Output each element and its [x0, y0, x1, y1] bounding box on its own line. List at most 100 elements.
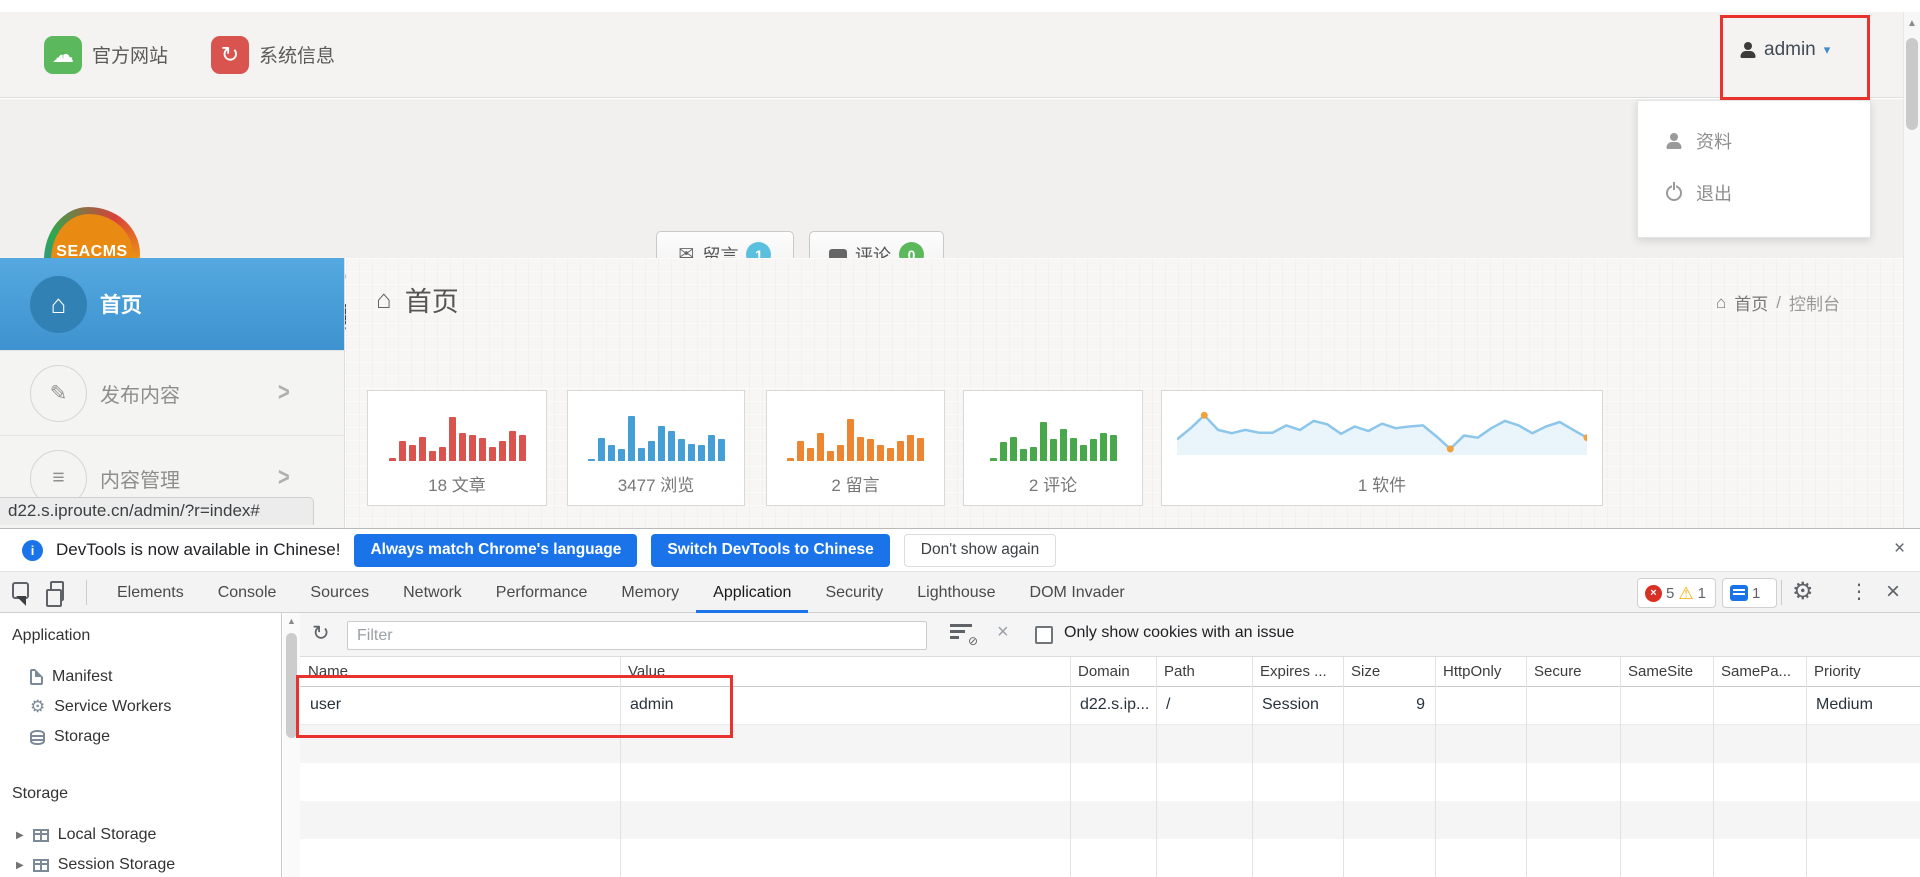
column-divider[interactable] [1156, 657, 1157, 877]
inspect-element-icon[interactable] [12, 582, 29, 599]
stat-card-articles[interactable]: 18 文章 [367, 390, 547, 506]
device-toolbar-icon[interactable] [50, 581, 64, 601]
error-icon: × [1645, 585, 1662, 602]
settings-gear-icon[interactable]: ⚙ [1792, 577, 1814, 606]
admin-dropdown-toggle[interactable]: admin ▾ [1740, 39, 1830, 61]
column-header-httponly[interactable]: HttpOnly [1435, 657, 1526, 686]
scrollbar-thumb[interactable] [286, 633, 297, 738]
admin-username: admin [1764, 39, 1816, 61]
tab-network[interactable]: Network [386, 572, 479, 613]
software-sparkline [1162, 403, 1602, 461]
column-header-name[interactable]: Name [300, 657, 620, 686]
gear-icon: ⚙ [30, 697, 45, 717]
tab-dom-invader[interactable]: DOM Invader [1013, 572, 1142, 613]
devtools-close-icon[interactable]: × [1886, 578, 1900, 606]
stat-card-messages[interactable]: 2 留言 [766, 390, 945, 506]
official-site-link[interactable]: ☁ 官方网站 [44, 12, 168, 97]
tab-memory[interactable]: Memory [604, 572, 696, 613]
tab-sources[interactable]: Sources [293, 572, 386, 613]
column-divider[interactable] [1252, 657, 1253, 877]
column-divider[interactable] [620, 657, 621, 877]
column-header-size[interactable]: Size [1343, 657, 1435, 686]
scrollbar-thumb[interactable] [1906, 38, 1918, 130]
column-header-path[interactable]: Path [1156, 657, 1252, 686]
cookie-cell-name: user [300, 687, 620, 724]
scroll-up-arrow[interactable]: ▲ [283, 616, 300, 626]
cookie-cell-httponly [1435, 687, 1526, 724]
system-info-label: 系统信息 [259, 41, 335, 68]
expand-arrow-icon[interactable]: ▶ [16, 830, 24, 841]
infobar-close-icon[interactable]: × [1894, 538, 1905, 560]
console-errors-badge[interactable]: × 5 ⚠ 1 [1637, 578, 1716, 608]
table-icon [33, 859, 49, 872]
tab-console[interactable]: Console [201, 572, 294, 613]
tab-performance[interactable]: Performance [479, 572, 605, 613]
menu-item-logout[interactable]: 退出 [1638, 167, 1870, 219]
empty-row [300, 839, 1920, 877]
dont-show-again-button[interactable]: Don't show again [904, 534, 1056, 567]
tree-item-service-workers[interactable]: ⚙ Service Workers [30, 693, 171, 721]
cms-main: ⌂ 首页 ⌂ 首页 / 控制台 18 文章 3477 浏览 2 留言 [346, 258, 1904, 528]
sidebar-item-home[interactable]: ⌂ 首页 [0, 258, 344, 350]
tree-item-local-storage[interactable]: ▶ Local Storage [16, 821, 156, 849]
sidebar-content-label: 内容管理 [100, 464, 180, 493]
column-header-value[interactable]: Value [620, 657, 1070, 686]
column-header-domain[interactable]: Domain [1070, 657, 1156, 686]
message-count: 1 [1752, 585, 1760, 602]
page-title-text: 首页 [405, 280, 459, 319]
column-header-samepa[interactable]: SamePa... [1713, 657, 1806, 686]
official-site-label: 官方网站 [92, 41, 168, 68]
sidebar-item-publish[interactable]: ✎ 发布内容 > [0, 350, 344, 435]
column-header-secure[interactable]: Secure [1526, 657, 1620, 686]
clear-icon[interactable]: × [997, 621, 1009, 644]
cookie-row[interactable]: useradmind22.s.ip.../Session9Medium [300, 687, 1920, 725]
column-divider[interactable] [1620, 657, 1621, 877]
column-divider[interactable] [1343, 657, 1344, 877]
cookie-cell-value: admin [620, 687, 1070, 724]
match-language-button[interactable]: Always match Chrome's language [354, 534, 637, 567]
tab-elements[interactable]: Elements [100, 572, 201, 613]
more-options-icon[interactable]: ⋮ [1849, 579, 1869, 604]
page-scrollbar[interactable]: ▲ [1903, 12, 1920, 528]
refresh-icon[interactable]: ↻ [312, 621, 330, 646]
issues-badge[interactable]: 1 [1722, 578, 1777, 608]
column-header-samesite[interactable]: SameSite [1620, 657, 1713, 686]
expand-arrow-icon[interactable]: ▶ [16, 860, 24, 871]
stat-card-software[interactable]: 1 软件 [1161, 390, 1603, 506]
tab-security[interactable]: Security [808, 572, 900, 613]
stat-card-comments[interactable]: 2 评论 [963, 390, 1143, 506]
issue-only-checkbox[interactable] [1035, 626, 1053, 644]
column-divider[interactable] [1806, 657, 1807, 877]
menu-item-profile[interactable]: 资料 [1638, 115, 1870, 167]
column-header-expires[interactable]: Expires ... [1252, 657, 1343, 686]
tab-lighthouse[interactable]: Lighthouse [900, 572, 1012, 613]
switch-chinese-button[interactable]: Switch DevTools to Chinese [651, 534, 889, 567]
system-info-link[interactable]: ↻ 系统信息 [211, 12, 335, 97]
user-icon [1666, 133, 1682, 149]
sidebar-publish-label: 发布内容 [100, 379, 180, 408]
column-divider[interactable] [1526, 657, 1527, 877]
admin-dropdown-menu: 资料 退出 [1637, 100, 1871, 238]
tree-item-session-storage[interactable]: ▶ Session Storage [16, 851, 175, 877]
pencil-icon: ✎ [30, 365, 87, 422]
column-divider[interactable] [1435, 657, 1436, 877]
clear-filter-icon[interactable] [950, 624, 972, 644]
tree-item-storage[interactable]: Storage [30, 723, 110, 751]
chevron-down-icon: ▾ [1824, 42, 1831, 58]
message-icon [1730, 585, 1748, 601]
tab-application[interactable]: Application [696, 572, 808, 613]
tree-item-manifest[interactable]: Manifest [30, 663, 112, 691]
column-divider[interactable] [1070, 657, 1071, 877]
messages-mini-chart [767, 403, 944, 461]
scroll-up-arrow[interactable]: ▲ [1904, 18, 1920, 29]
profile-label: 资料 [1696, 128, 1732, 154]
stat-card-views[interactable]: 3477 浏览 [567, 390, 745, 506]
tree-scrollbar[interactable]: ▲ [283, 613, 300, 877]
cookie-table-header: NameValueDomainPathExpires ...SizeHttpOn… [300, 657, 1920, 687]
empty-row [300, 763, 1920, 801]
warning-count: 1 [1698, 585, 1706, 602]
column-divider[interactable] [1713, 657, 1714, 877]
breadcrumb-home[interactable]: 首页 [1734, 290, 1768, 315]
cookie-filter-input[interactable] [347, 621, 927, 650]
column-header-priority[interactable]: Priority [1806, 657, 1920, 686]
